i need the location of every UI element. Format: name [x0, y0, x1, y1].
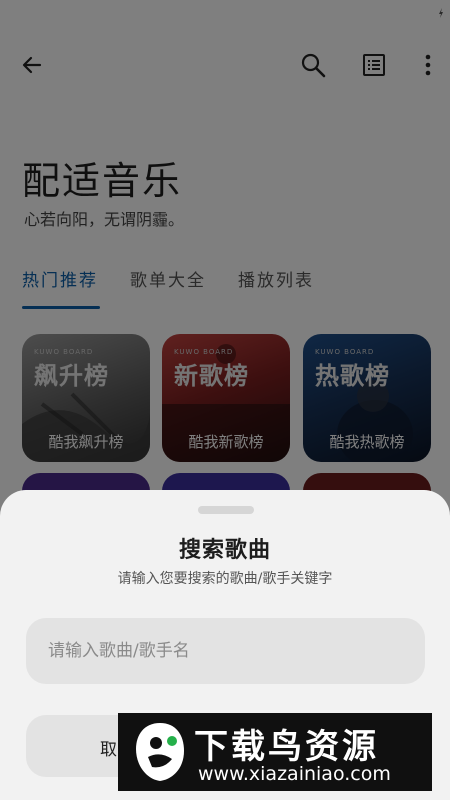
- watermark-banner: 下载鸟资源 www.xiazainiao.com: [118, 713, 432, 791]
- watermark-url: www.xiazainiao.com: [198, 763, 391, 785]
- dialog-title: 搜索歌曲: [178, 538, 271, 563]
- bird-logo-icon: [136, 723, 184, 781]
- drag-handle[interactable]: [198, 506, 254, 514]
- cancel-label: 取: [100, 740, 117, 760]
- watermark-title: 下载鸟资源: [194, 727, 379, 767]
- dialog-subtitle: 请输入您要搜索的歌曲/歌手关键字: [117, 571, 333, 587]
- song-search-input[interactable]: [26, 618, 425, 684]
